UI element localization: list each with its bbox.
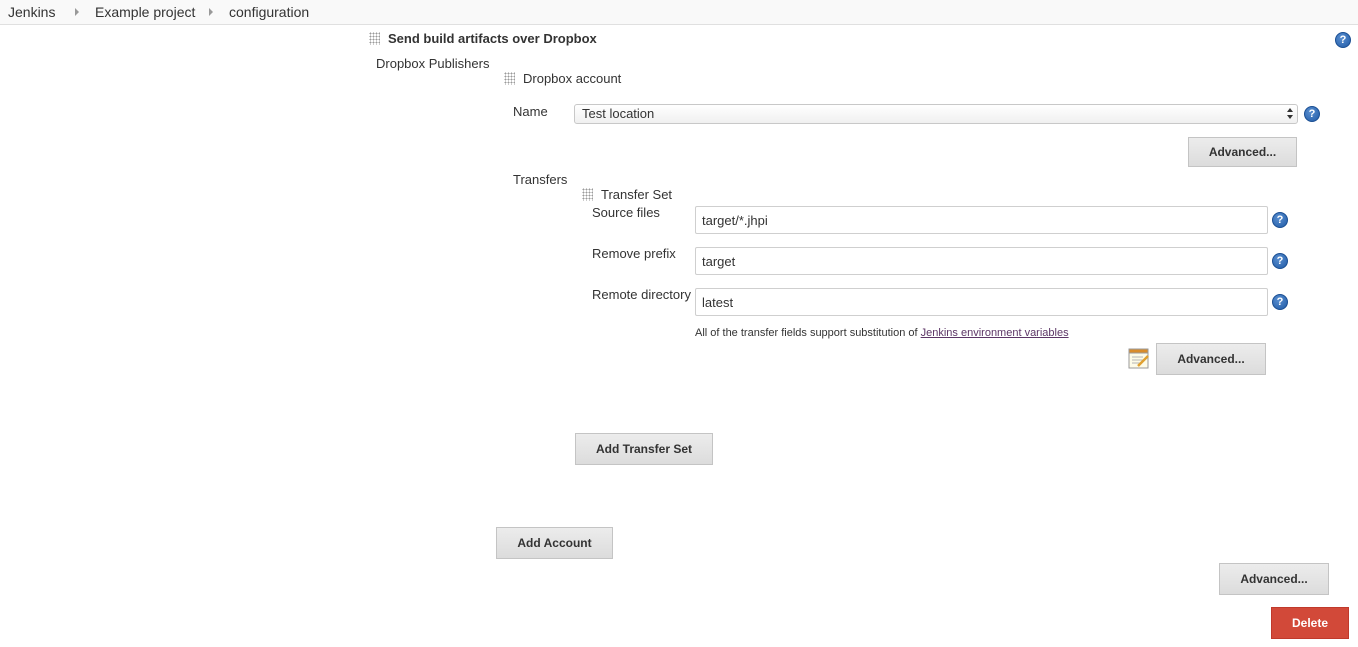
breadcrumb: Jenkins Example project configuration — [0, 0, 1358, 25]
transfers-label: Transfers — [513, 172, 568, 187]
transfer-set-title: Transfer Set — [601, 187, 673, 202]
breadcrumb-separator-icon — [75, 8, 79, 16]
add-transfer-set-button[interactable]: Add Transfer Set — [575, 433, 713, 465]
add-account-button[interactable]: Add Account — [496, 527, 613, 559]
hint-text: All of the transfer fields support subst… — [695, 327, 921, 339]
remove-prefix-label: Remove prefix — [592, 246, 676, 261]
notepad-icon[interactable] — [1128, 348, 1150, 370]
name-select[interactable]: Test location — [574, 104, 1298, 124]
account-advanced-button[interactable]: Advanced... — [1188, 137, 1297, 167]
transfer-set-advanced-button[interactable]: Advanced... — [1156, 343, 1266, 375]
help-icon[interactable]: ? — [1272, 294, 1288, 310]
breadcrumb-separator-icon — [209, 8, 213, 16]
delete-button[interactable]: Delete — [1271, 607, 1349, 639]
select-arrows-icon — [1287, 108, 1293, 120]
drag-handle-icon[interactable] — [504, 72, 515, 85]
section-title: Send build artifacts over Dropbox — [388, 31, 597, 46]
publisher-advanced-button[interactable]: Advanced... — [1219, 563, 1329, 595]
transfer-fields-hint: All of the transfer fields support subst… — [695, 327, 1069, 339]
name-select-value: Test location — [582, 106, 655, 121]
help-icon[interactable]: ? — [1335, 32, 1351, 48]
breadcrumb-item-project[interactable]: Example project — [95, 4, 195, 20]
name-label: Name — [513, 104, 548, 119]
breadcrumb-item-configuration[interactable]: configuration — [229, 4, 309, 20]
help-icon[interactable]: ? — [1272, 253, 1288, 269]
drag-handle-icon[interactable] — [582, 188, 593, 201]
help-icon[interactable]: ? — [1304, 106, 1320, 122]
breadcrumb-item-jenkins[interactable]: Jenkins — [8, 4, 55, 20]
source-files-label: Source files — [592, 205, 660, 220]
remote-directory-label: Remote directory — [592, 287, 691, 302]
remote-directory-input[interactable] — [695, 288, 1268, 316]
dropbox-account-title: Dropbox account — [523, 71, 622, 86]
dropbox-publishers-label: Dropbox Publishers — [376, 56, 490, 71]
environment-variables-link[interactable]: Jenkins environment variables — [921, 327, 1069, 339]
help-icon[interactable]: ? — [1272, 212, 1288, 228]
source-files-input[interactable] — [695, 206, 1268, 234]
drag-handle-icon[interactable] — [369, 32, 380, 45]
remove-prefix-input[interactable] — [695, 247, 1268, 275]
